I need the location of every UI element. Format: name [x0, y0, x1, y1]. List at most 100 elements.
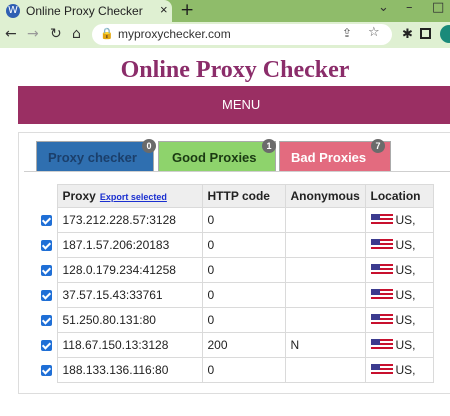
header-http-code: HTTP code	[201, 184, 286, 208]
us-flag-icon	[370, 264, 393, 276]
table-row[interactable]: 51.250.80.131:80 0 US,	[37, 307, 434, 333]
header-proxy-label: Proxy	[62, 189, 96, 203]
tab-search-chevron-icon[interactable]: ⌄	[378, 0, 389, 15]
location-text: US,	[395, 238, 416, 252]
us-flag-icon	[370, 239, 393, 251]
new-tab-button[interactable]: +	[180, 0, 194, 20]
location-text: US,	[395, 288, 416, 302]
table-row[interactable]: 118.67.150.13:3128 200 N US,	[37, 332, 434, 358]
http-code-cell: 0	[201, 257, 286, 283]
wordpress-favicon-icon: W	[6, 4, 20, 18]
tab-good-proxies-count: 1	[262, 139, 276, 153]
http-code-cell: 0	[201, 307, 286, 333]
table-row[interactable]: 188.133.136.116:80 0 US,	[37, 357, 434, 383]
table-row[interactable]: 37.57.15.43:33761 0 US,	[37, 282, 434, 308]
table-row[interactable]: 187.1.57.206:20183 0 US,	[37, 232, 434, 258]
proxy-cell: 118.67.150.13:3128	[56, 332, 203, 358]
us-flag-icon	[370, 364, 393, 376]
tab-proxy-checker[interactable]: Proxy checker 0	[36, 139, 156, 171]
browser-tab-title: Online Proxy Checker	[26, 4, 143, 18]
us-flag-icon	[370, 314, 393, 326]
anonymous-cell	[284, 257, 366, 283]
address-url[interactable]: myproxychecker.com	[118, 27, 231, 41]
us-flag-icon	[370, 289, 393, 301]
side-panel-icon[interactable]	[420, 28, 431, 39]
anonymous-cell	[284, 232, 366, 258]
menu-bar[interactable]: MENU	[18, 86, 450, 124]
header-proxy: Proxy Export selected	[56, 184, 203, 208]
header-checkbox-cell	[37, 184, 57, 208]
location-text: US,	[395, 338, 416, 352]
header-location: Location	[364, 184, 434, 208]
http-code-cell: 200	[201, 332, 286, 358]
location-cell: US,	[364, 307, 434, 333]
table-row[interactable]: 173.212.228.57:3128 0 US,	[37, 207, 434, 233]
location-cell: US,	[364, 207, 434, 233]
anonymous-cell	[284, 282, 366, 308]
row-checkbox-cell	[37, 307, 57, 333]
close-tab-icon[interactable]: ×	[160, 2, 168, 17]
row-checkbox[interactable]	[41, 339, 52, 351]
proxy-cell: 187.1.57.206:20183	[56, 232, 203, 258]
row-checkbox[interactable]	[41, 314, 52, 326]
row-checkbox[interactable]	[41, 264, 52, 276]
site-title: Online Proxy Checker	[120, 57, 350, 83]
forward-icon[interactable]: →	[27, 26, 39, 42]
proxy-cell: 173.212.228.57:3128	[56, 207, 203, 233]
row-checkbox[interactable]	[41, 364, 52, 376]
row-checkbox-cell	[37, 232, 57, 258]
address-bar[interactable]: 🔒 myproxychecker.com ⇪ ☆	[92, 24, 392, 45]
row-checkbox-cell	[37, 257, 57, 283]
row-checkbox-cell	[37, 282, 57, 308]
lock-icon: 🔒	[100, 28, 114, 40]
us-flag-icon	[370, 339, 393, 351]
reload-icon[interactable]: ↻	[50, 26, 62, 42]
tab-proxy-checker-count: 0	[142, 139, 156, 153]
us-flag-icon	[370, 214, 393, 226]
http-code-cell: 0	[201, 207, 286, 233]
proxy-cell: 51.250.80.131:80	[56, 307, 203, 333]
row-checkbox[interactable]	[41, 214, 52, 226]
location-cell: US,	[364, 257, 434, 283]
bookmark-star-icon[interactable]: ☆	[368, 25, 380, 40]
header-anonymous: Anonymous	[284, 184, 366, 208]
row-checkbox-cell	[37, 207, 57, 233]
location-cell: US,	[364, 332, 434, 358]
row-checkbox[interactable]	[41, 289, 52, 301]
proxy-cell: 37.57.15.43:33761	[56, 282, 203, 308]
profile-avatar[interactable]	[440, 25, 450, 43]
browser-toolbar: ← → ↻ ⌂ 🔒 myproxychecker.com ⇪ ☆ ✱	[0, 22, 450, 48]
home-icon[interactable]: ⌂	[72, 26, 81, 42]
location-text: US,	[395, 363, 416, 377]
row-checkbox-cell	[37, 357, 57, 383]
tab-bad-proxies-count: 7	[371, 139, 385, 153]
proxy-cell: 128.0.179.234:41258	[56, 257, 203, 283]
proxy-cell: 188.133.136.116:80	[56, 357, 203, 383]
menu-label[interactable]: MENU	[222, 97, 260, 112]
tab-proxy-checker-label: Proxy checker	[48, 150, 137, 165]
share-icon[interactable]: ⇪	[342, 26, 352, 40]
table-header-row: Proxy Export selected HTTP code Anonymous…	[37, 184, 434, 208]
browser-tab[interactable]: W Online Proxy Checker ×	[0, 0, 172, 22]
anonymous-cell	[284, 207, 366, 233]
http-code-cell: 0	[201, 357, 286, 383]
anonymous-cell: N	[284, 332, 366, 358]
table-row[interactable]: 128.0.179.234:41258 0 US,	[37, 257, 434, 283]
export-selected-link[interactable]: Export selected	[100, 192, 167, 202]
tab-divider	[24, 171, 450, 172]
browser-tab-strip: W Online Proxy Checker × + ⌄ – □	[0, 0, 450, 22]
tab-good-proxies-label: Good Proxies	[172, 150, 257, 165]
minimize-button[interactable]: –	[406, 0, 413, 15]
anonymous-cell	[284, 357, 366, 383]
row-checkbox-cell	[37, 332, 57, 358]
tab-bad-proxies[interactable]: Bad Proxies 7	[279, 139, 391, 171]
proxy-table: Proxy Export selected HTTP code Anonymous…	[37, 184, 434, 383]
row-checkbox[interactable]	[41, 239, 52, 251]
location-cell: US,	[364, 282, 434, 308]
location-text: US,	[395, 263, 416, 277]
tab-good-proxies[interactable]: Good Proxies 1	[158, 139, 276, 171]
back-icon[interactable]: ←	[5, 26, 17, 42]
extensions-puzzle-icon[interactable]: ✱	[402, 27, 413, 42]
maximize-button[interactable]: □	[432, 0, 444, 15]
http-code-cell: 0	[201, 282, 286, 308]
